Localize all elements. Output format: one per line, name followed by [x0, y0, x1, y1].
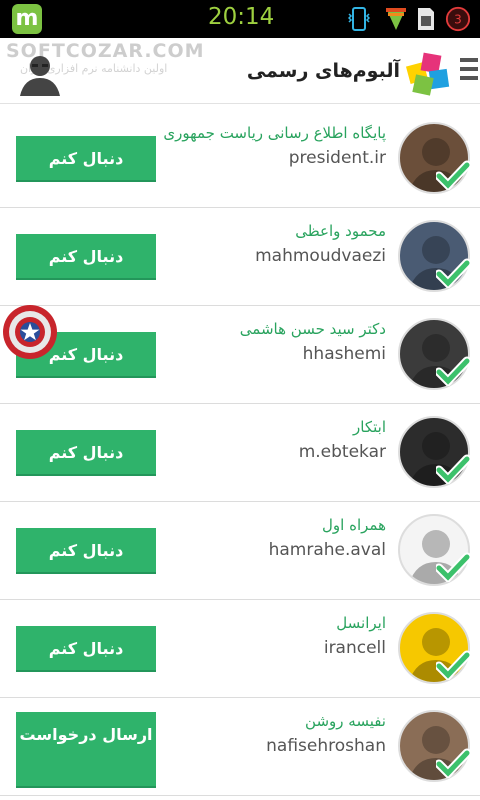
status-clock: 20:14: [208, 4, 275, 30]
send-request-button[interactable]: ارسال درخواست: [16, 712, 156, 788]
account-name: همراه اول: [322, 516, 386, 534]
account-name: ایرانسل: [336, 614, 386, 632]
account-name: پایگاه اطلاع رسانی ریاست جمهوری: [163, 124, 386, 142]
account-row[interactable]: همراه اول hamrahe.aval دنبال کنم: [0, 502, 480, 600]
account-row[interactable]: ایرانسل irancell دنبال کنم: [0, 600, 480, 698]
verified-check-icon: [436, 258, 470, 288]
photo-albums-logo: [405, 52, 450, 96]
user-avatar-icon[interactable]: [16, 50, 64, 98]
follow-button[interactable]: دنبال کنم: [16, 528, 156, 574]
verified-check-icon: [436, 160, 470, 190]
follow-button[interactable]: دنبال کنم: [16, 626, 156, 672]
verified-check-icon: [436, 650, 470, 680]
app-notification-icon: m: [12, 4, 42, 34]
account-row[interactable]: ابتکار m.ebtekar دنبال کنم: [0, 404, 480, 502]
account-name: ابتکار: [353, 418, 386, 436]
account-name: دکتر سید حسن هاشمی: [239, 320, 386, 338]
sim-icon: [418, 8, 434, 30]
account-username: president.ir: [288, 148, 386, 168]
status-bar: m 20:14 3: [0, 0, 480, 38]
account-row[interactable]: محمود واعظی mahmoudvaezi دنبال کنم: [0, 208, 480, 306]
account-name: محمود واعظی: [295, 222, 386, 240]
verified-check-icon: [436, 748, 470, 778]
page-title: آلبوم‌های رسمی: [246, 60, 400, 82]
account-username: m.ebtekar: [298, 442, 386, 462]
battery-icon: 3: [445, 6, 471, 32]
account-username: hamrahe.aval: [268, 540, 386, 560]
follow-button[interactable]: دنبال کنم: [16, 430, 156, 476]
account-username: hhashemi: [302, 344, 386, 364]
account-username: irancell: [323, 638, 386, 658]
account-row[interactable]: نفیسه روشن nafisehroshan ارسال درخواست: [0, 698, 480, 796]
vibrate-icon: [348, 7, 370, 31]
account-list: پایگاه اطلاع رسانی ریاست جمهوری president…: [0, 110, 480, 796]
follow-button[interactable]: دنبال کنم: [16, 234, 156, 280]
app-header: SOFTCOZAR.COM اولین دانشنامه نرم افزاری …: [0, 38, 480, 104]
account-username: mahmoudvaezi: [255, 246, 386, 266]
verified-check-icon: [436, 454, 470, 484]
signal-icon: [386, 8, 406, 30]
account-username: nafisehroshan: [266, 736, 386, 756]
verified-check-icon: [436, 356, 470, 386]
verified-check-icon: [436, 552, 470, 582]
menu-icon[interactable]: [460, 58, 478, 84]
account-row[interactable]: پایگاه اطلاع رسانی ریاست جمهوری president…: [0, 110, 480, 208]
account-row[interactable]: دکتر سید حسن هاشمی hhashemi دنبال کنم: [0, 306, 480, 404]
account-name: نفیسه روشن: [305, 712, 386, 730]
follow-button[interactable]: دنبال کنم: [16, 136, 156, 182]
battery-level-text: 3: [454, 13, 462, 27]
captain-america-shield-icon[interactable]: [2, 304, 58, 360]
